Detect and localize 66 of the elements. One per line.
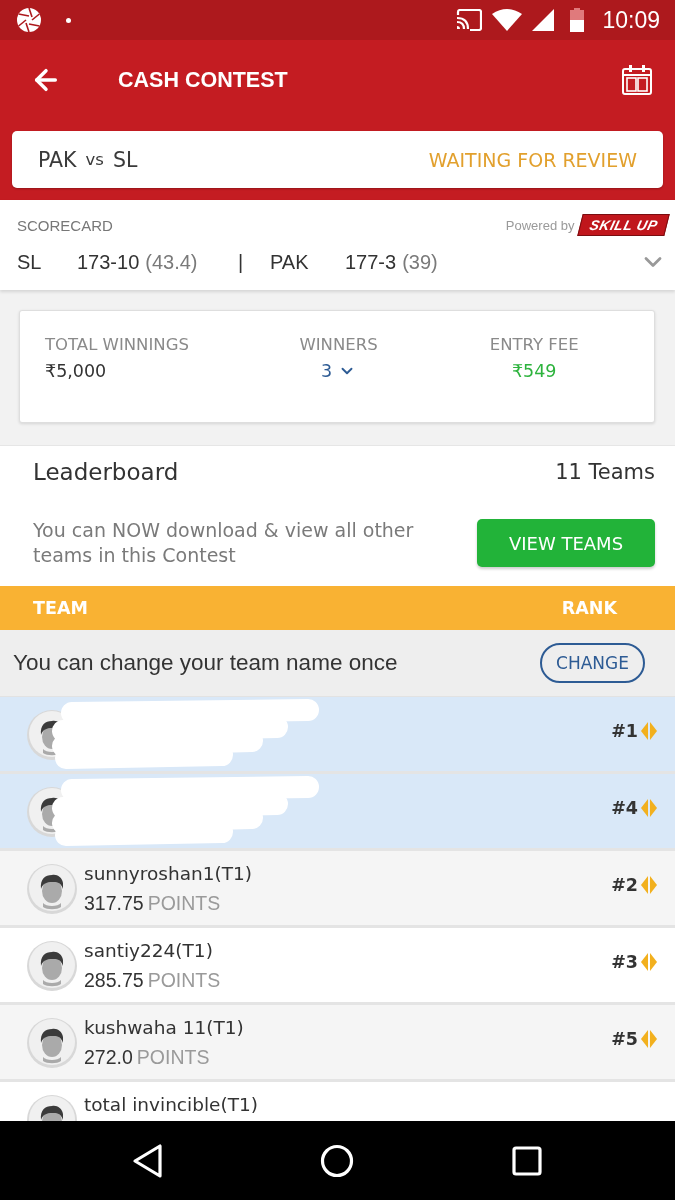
page-title: CASH CONTEST bbox=[118, 67, 288, 93]
left-right-triangles-icon bbox=[641, 953, 657, 971]
prize-label: WINNERS bbox=[299, 335, 378, 354]
scorecard-label: SCORECARD bbox=[17, 216, 113, 234]
versus-label: vs bbox=[85, 150, 104, 169]
prize-label: TOTAL WINNINGS bbox=[45, 335, 189, 354]
leaderboard-row[interactable]: #4 bbox=[0, 774, 675, 851]
download-message: You can NOW download & view all other teams in this Contest bbox=[33, 518, 415, 568]
team-name: santiy224(T1) bbox=[84, 939, 213, 963]
battery-icon bbox=[570, 8, 585, 32]
match-status: WAITING FOR REVIEW bbox=[428, 148, 637, 171]
avatar-icon bbox=[26, 1017, 78, 1069]
left-right-triangles-icon bbox=[641, 722, 657, 740]
score-separator: | bbox=[238, 250, 245, 274]
team-count: 11 Teams bbox=[555, 460, 655, 484]
innings-score: 173-10 bbox=[77, 250, 140, 274]
notification-dot-icon bbox=[66, 17, 71, 23]
prize-label: ENTRY FEE bbox=[489, 335, 579, 354]
left-right-triangles-icon bbox=[641, 876, 657, 894]
leaderboard-row[interactable]: kushwaha 11(T1) 272.0 POINTS #5 bbox=[0, 1005, 675, 1082]
change-button[interactable]: CHANGE bbox=[540, 643, 645, 683]
prize-value: ₹549 bbox=[511, 361, 557, 381]
innings-score: 177-3 bbox=[345, 250, 397, 274]
rank-text: #3 bbox=[611, 952, 638, 972]
points-label: POINTS bbox=[136, 1045, 210, 1069]
team-name: kushwaha 11(T1) bbox=[84, 1016, 244, 1040]
signal-icon bbox=[532, 9, 555, 31]
team-code: SL bbox=[112, 147, 138, 172]
leaderboard-row[interactable]: #1 bbox=[0, 697, 675, 774]
rank-text: #4 bbox=[611, 798, 638, 818]
points-label: POINTS bbox=[147, 968, 221, 992]
column-header: TEAM bbox=[33, 598, 88, 618]
rank-text: #5 bbox=[611, 1029, 638, 1049]
leaderboard-title: Leaderboard bbox=[33, 459, 179, 485]
leaderboard-row[interactable]: sunnyroshan1(T1) 317.75 POINTS #2 bbox=[0, 851, 675, 928]
innings-team: PAK bbox=[270, 250, 310, 274]
team-name: total invincible(T1) bbox=[84, 1093, 258, 1117]
avatar-icon bbox=[26, 863, 78, 915]
wifi-icon bbox=[492, 9, 523, 31]
calendar-icon[interactable] bbox=[621, 64, 653, 96]
points-value: 285.75 bbox=[84, 968, 144, 992]
notice-text: You can change your team name once bbox=[13, 650, 398, 676]
innings-overs: (43.4) bbox=[145, 250, 198, 274]
innings-team: SL bbox=[17, 250, 43, 274]
prize-value: ₹5,000 bbox=[45, 361, 107, 381]
rank-text: #2 bbox=[611, 875, 638, 895]
recents-square-icon[interactable] bbox=[512, 1145, 543, 1176]
powered-by-text: Powered by bbox=[505, 217, 575, 233]
points-value: 272.0 bbox=[84, 1045, 133, 1069]
innings-overs: (39) bbox=[402, 250, 438, 274]
points-label: POINTS bbox=[147, 891, 221, 915]
column-header: RANK bbox=[561, 598, 617, 618]
team-code: PAK bbox=[38, 147, 77, 172]
avatar-icon bbox=[26, 940, 78, 992]
cast-icon bbox=[456, 9, 483, 31]
status-time: 10:09 bbox=[602, 6, 660, 34]
points-value: 317.75 bbox=[84, 891, 144, 915]
left-right-triangles-icon bbox=[641, 1030, 657, 1048]
back-triangle-icon[interactable] bbox=[131, 1142, 164, 1179]
home-circle-icon[interactable] bbox=[320, 1143, 355, 1178]
rank-text: #1 bbox=[611, 721, 638, 741]
team-name: sunnyroshan1(T1) bbox=[84, 862, 252, 886]
left-right-triangles-icon bbox=[641, 799, 657, 817]
winners-dropdown[interactable]: 3 bbox=[320, 361, 357, 381]
aperture-icon bbox=[16, 7, 42, 33]
brand-logo: SKILL UP bbox=[577, 214, 670, 236]
